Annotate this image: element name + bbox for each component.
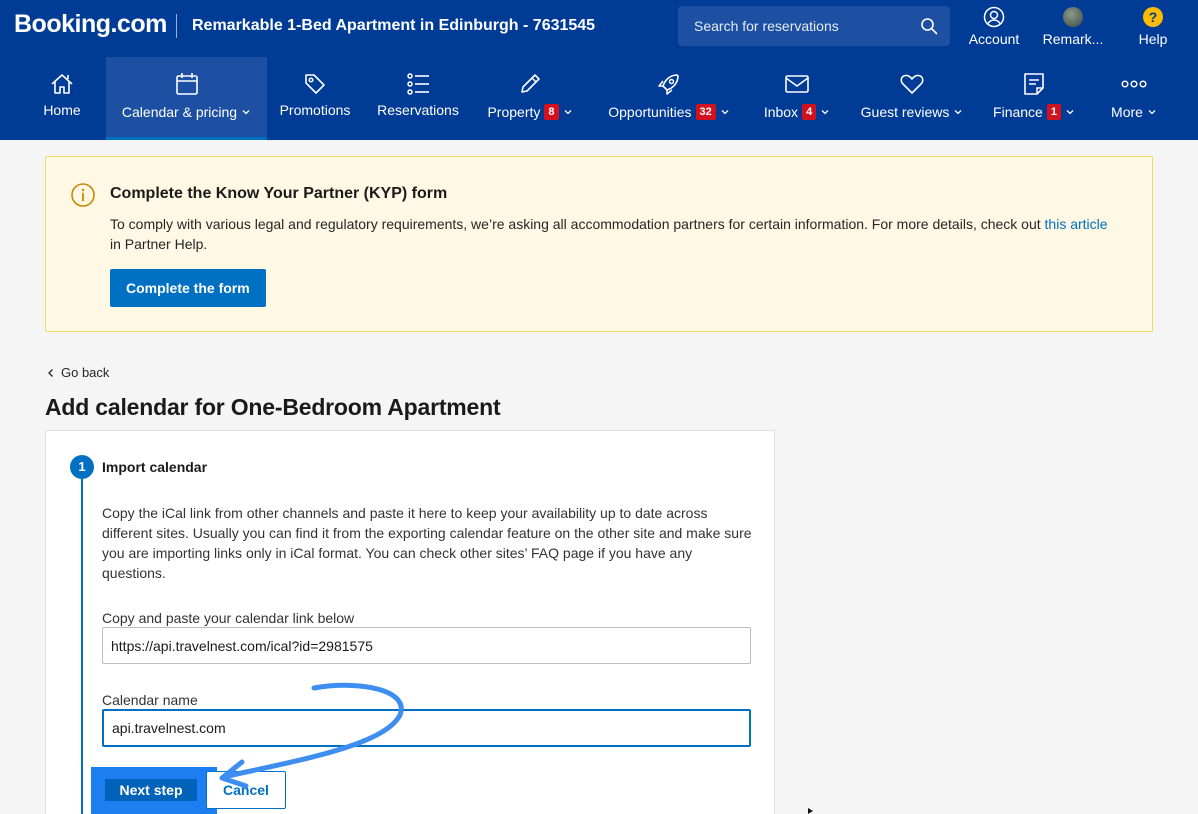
property-title[interactable]: Remarkable 1-Bed Apartment in Edinburgh … — [192, 17, 595, 35]
inbox-badge: 4 — [802, 104, 817, 120]
avatar — [1063, 7, 1083, 27]
profile-label: Remark... — [1042, 31, 1104, 47]
import-calendar-card: 1 Import calendar Copy the iCal link fro… — [45, 430, 775, 814]
nav-reservations-label: Reservations — [377, 102, 459, 118]
heart-icon — [899, 71, 925, 100]
account-label: Account — [968, 31, 1020, 47]
kyp-banner: Complete the Know Your Partner (KYP) for… — [45, 156, 1153, 332]
account-button[interactable]: Account — [964, 6, 1024, 50]
list-icon — [405, 71, 431, 100]
search-box[interactable] — [678, 6, 950, 46]
rocket-icon — [656, 71, 682, 100]
envelope-icon — [784, 71, 810, 100]
step-title: Import calendar — [102, 459, 208, 475]
nav-finance-label: Finance — [993, 104, 1043, 120]
nav-home-label: Home — [43, 102, 81, 118]
account-icon — [964, 6, 1024, 28]
nav-more[interactable]: More — [1096, 57, 1172, 140]
nav-property-label: Property — [487, 104, 541, 120]
step-connector — [81, 479, 83, 814]
nav-home[interactable]: Home — [30, 57, 94, 140]
complete-form-button[interactable]: Complete the form — [110, 269, 266, 307]
banner-text-end: in Partner Help. — [110, 236, 208, 252]
profile-button[interactable]: Remark... — [1040, 6, 1106, 50]
calendar-name-input[interactable] — [102, 709, 751, 747]
opportunities-badge: 32 — [695, 104, 716, 120]
nav-inbox[interactable]: Inbox 4 — [754, 57, 840, 140]
banner-text-start: To comply with various legal and regulat… — [110, 216, 1045, 232]
calendar-icon — [174, 71, 200, 100]
nav-inbox-label: Inbox — [763, 104, 799, 120]
help-icon: ? — [1143, 7, 1163, 27]
home-icon — [49, 71, 75, 100]
search-icon[interactable] — [920, 17, 938, 40]
calendar-link-input[interactable] — [102, 627, 751, 664]
chevron-down-icon — [821, 110, 829, 115]
go-back-link[interactable]: Go back — [47, 365, 109, 380]
step-number: 1 — [70, 455, 94, 479]
banner-text: To comply with various legal and regulat… — [110, 214, 1120, 254]
brand-divider — [176, 14, 177, 38]
nav-promotions[interactable]: Promotions — [272, 57, 358, 140]
more-icon — [1121, 71, 1147, 100]
nav-promotions-label: Promotions — [279, 102, 351, 118]
nav-calendar-label: Calendar & pricing — [121, 104, 238, 120]
go-back-label: Go back — [61, 365, 110, 380]
kyp-article-link[interactable]: this article — [1045, 216, 1108, 232]
page-title: Add calendar for One-Bedroom Apartment — [45, 394, 501, 420]
top-header: Booking.com Remarkable 1-Bed Apartment i… — [0, 0, 1198, 140]
calendar-name-label: Calendar name — [102, 692, 198, 708]
search-input[interactable] — [678, 6, 918, 46]
chevron-down-icon — [242, 110, 250, 115]
info-icon — [70, 182, 96, 213]
finance-badge: 1 — [1046, 104, 1061, 120]
nav-reservations[interactable]: Reservations — [370, 57, 466, 140]
chevron-down-icon — [1066, 110, 1074, 115]
nav-opportunities[interactable]: Opportunities 32 — [596, 57, 742, 140]
next-step-button[interactable]: Next step — [105, 779, 197, 801]
nav-property[interactable]: Property 8 — [476, 57, 584, 140]
mouse-cursor — [808, 808, 813, 814]
chevron-down-icon — [721, 110, 729, 115]
brand-logo[interactable]: Booking.com — [14, 10, 167, 39]
nav-opportunities-label: Opportunities — [608, 104, 692, 120]
calendar-link-label: Copy and paste your calendar link below — [102, 610, 355, 626]
tag-icon — [302, 71, 328, 100]
nav-guest-reviews-label: Guest reviews — [860, 104, 950, 120]
banner-title: Complete the Know Your Partner (KYP) for… — [110, 185, 448, 202]
chevron-left-icon — [48, 368, 53, 377]
document-icon — [1021, 71, 1047, 100]
chevron-down-icon — [564, 110, 571, 115]
nav-guest-reviews[interactable]: Guest reviews — [852, 57, 972, 140]
nav-calendar-pricing[interactable]: Calendar & pricing — [106, 57, 267, 140]
help-label: Help — [1138, 31, 1168, 47]
pencil-icon — [517, 71, 543, 100]
chevron-down-icon — [1148, 110, 1156, 115]
nav-finance[interactable]: Finance 1 — [984, 57, 1084, 140]
chevron-down-icon — [954, 110, 962, 115]
help-button[interactable]: ? Help — [1128, 6, 1178, 50]
property-badge: 8 — [544, 104, 559, 120]
cancel-button[interactable]: Cancel — [206, 771, 286, 809]
step-description: Copy the iCal link from other channels a… — [102, 505, 752, 581]
nav-more-label: More — [1111, 104, 1143, 120]
next-step-highlight: Next step — [91, 767, 217, 814]
